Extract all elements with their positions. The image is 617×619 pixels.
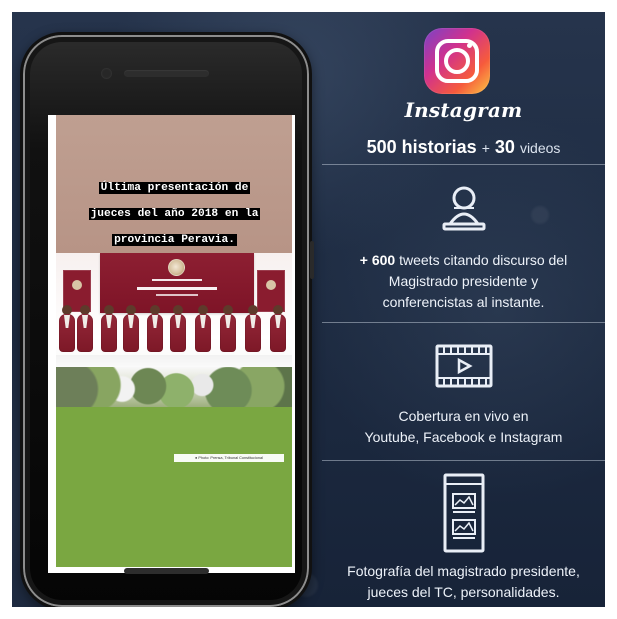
tweets-line-1: tweets citando discurso del: [395, 252, 568, 268]
coverage-line-2: Youtube, Facebook e Instagram: [364, 429, 563, 445]
banner-line: [152, 279, 202, 281]
stories-value: 500: [366, 137, 397, 157]
caption-line-3: provincia Peravia.: [112, 234, 237, 246]
person-figure: [146, 305, 164, 357]
section-divider: [322, 322, 605, 323]
tweets-count: + 600: [359, 252, 396, 268]
banner-line: [137, 287, 217, 290]
bottom-speaker-grille: [124, 568, 209, 574]
phone-side-button: [310, 241, 314, 279]
person-figure: [169, 305, 187, 357]
video-icon-block: [322, 340, 605, 397]
people-row: [58, 301, 290, 357]
seal-icon: [168, 259, 185, 276]
videos-value: 30: [494, 137, 515, 157]
stats-plus: +: [481, 140, 490, 156]
person-figure: [244, 305, 262, 357]
person-figure: [269, 305, 287, 357]
caption-line-2: jueces del año 2018 en la: [88, 208, 261, 220]
person-figure: [76, 305, 94, 357]
instagram-story: Última presentación de jueces del año 20…: [56, 115, 292, 567]
camera-icon: [101, 68, 112, 79]
tweets-line-2: Magistrado presidente y: [388, 273, 539, 289]
photography-line-1: Fotografía del magistrado presidente,: [347, 563, 580, 579]
video-icon: [435, 344, 492, 388]
instagram-icon: [424, 28, 490, 94]
stories-label: historias: [401, 137, 477, 157]
stats-column: Instagram 500 historias + 30 videos + 60…: [322, 18, 605, 607]
gallery-icon: [443, 473, 484, 553]
story-green-area: [56, 407, 292, 567]
photography-text: Fotografía del magistrado presidente, ju…: [322, 561, 605, 603]
coverage-line-1: Cobertura en vivo en: [398, 408, 529, 424]
section-divider: [322, 164, 605, 165]
photo-credit: ● Photo: Prensa, Tribunal Constitucional: [174, 454, 284, 462]
coverage-text: Cobertura en vivo en Youtube, Facebook e…: [322, 406, 605, 448]
gallery-icon-block: [322, 472, 605, 559]
instagram-label: Instagram: [404, 98, 523, 122]
speaker-icon: [442, 186, 485, 231]
phone-mockup: Última presentación de jueces del año 20…: [20, 32, 314, 607]
story-photo: [56, 253, 292, 407]
tweets-text: + 600 tweets citando discurso del Magist…: [322, 250, 605, 313]
tweets-line-3: conferencistas al instante.: [382, 294, 545, 310]
section-divider: [322, 460, 605, 461]
person-figure: [122, 305, 140, 357]
person-figure: [219, 305, 237, 357]
person-figure: [194, 305, 212, 357]
videos-label: videos: [519, 140, 561, 156]
person-figure: [58, 305, 76, 357]
speaker-grille: [124, 70, 209, 77]
person-figure: [100, 305, 118, 357]
speaker-icon-block: [322, 180, 605, 241]
promo-graphic: Última presentación de jueces del año 20…: [12, 12, 605, 607]
flower-decor: [56, 367, 292, 407]
stats-line: 500 historias + 30 videos: [322, 137, 605, 158]
photography-line-2: jueces del TC, personalidades.: [367, 584, 560, 600]
story-caption: Última presentación de jueces del año 20…: [74, 169, 275, 260]
caption-line-1: Última presentación de: [98, 182, 251, 194]
phone-screen: Última presentación de jueces del año 20…: [48, 115, 295, 573]
banner-line: [156, 294, 198, 296]
